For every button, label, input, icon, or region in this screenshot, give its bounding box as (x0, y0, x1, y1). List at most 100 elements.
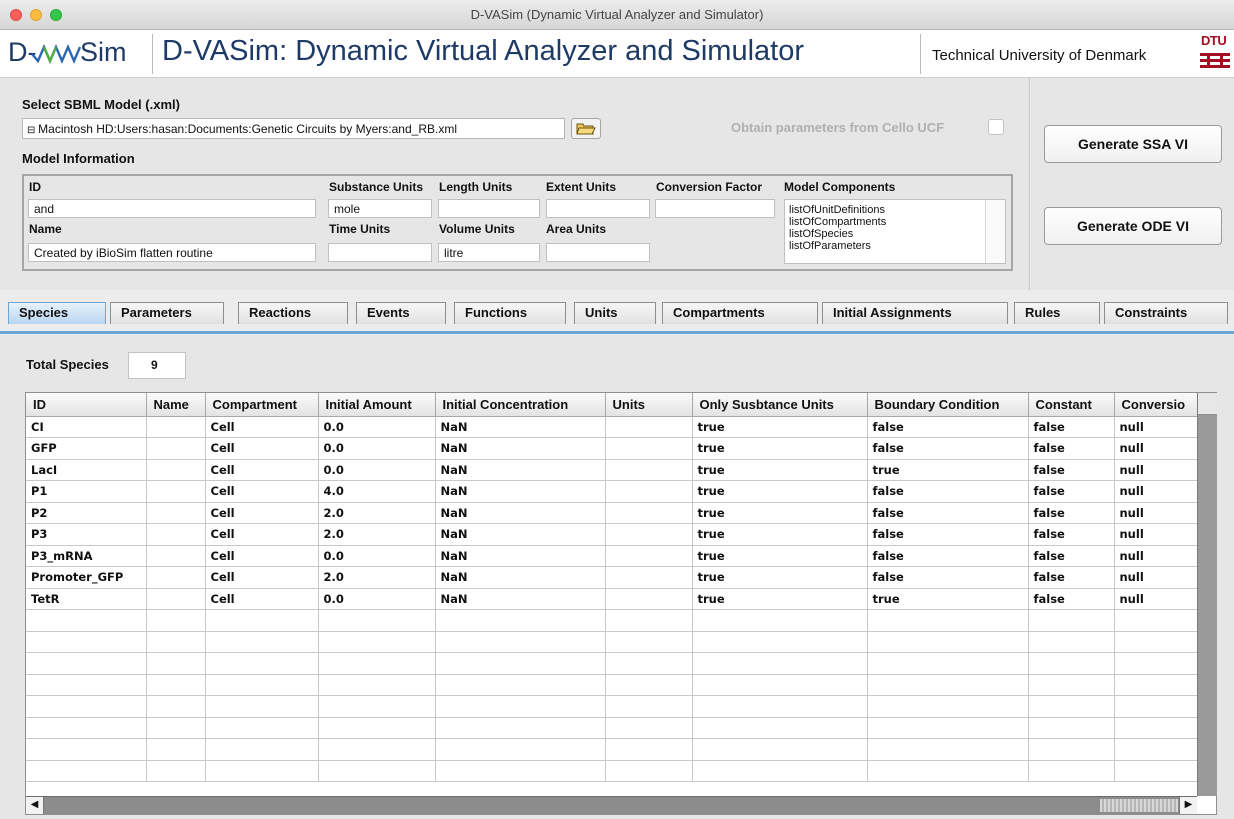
column-header[interactable]: Constant (1028, 393, 1115, 417)
table-row[interactable] (26, 609, 1199, 632)
table-cell[interactable]: NaN (435, 566, 606, 589)
table-cell[interactable]: GFP (26, 437, 147, 460)
table-cell[interactable]: false (867, 523, 1029, 546)
table-cell[interactable]: NaN (435, 545, 606, 567)
model-id-field[interactable]: and (28, 199, 316, 218)
cello-ucf-checkbox[interactable] (988, 119, 1004, 135)
table-cell[interactable] (605, 652, 693, 675)
table-row[interactable]: LacI Cell 0.0 NaN true true false null (26, 459, 1199, 481)
model-components-list[interactable]: listOfUnitDefinitions listOfCompartments… (784, 199, 1006, 264)
table-cell[interactable] (146, 609, 206, 632)
list-item[interactable]: listOfUnitDefinitions (785, 204, 1005, 216)
table-cell[interactable]: CI (26, 416, 147, 438)
table-cell[interactable] (435, 674, 606, 696)
table-cell[interactable] (867, 609, 1029, 632)
table-cell[interactable] (435, 695, 606, 718)
table-horizontal-scrollbar[interactable]: ◀ ▶ (26, 796, 1197, 814)
table-cell[interactable]: 0.0 (318, 545, 436, 567)
table-cell[interactable]: NaN (435, 588, 606, 610)
table-cell[interactable]: false (1028, 523, 1115, 546)
table-cell[interactable]: true (692, 566, 868, 589)
table-cell[interactable] (146, 760, 206, 782)
table-cell[interactable] (1114, 760, 1199, 782)
table-cell[interactable]: null (1114, 502, 1199, 524)
volume-units-field[interactable]: litre (438, 243, 540, 262)
table-cell[interactable] (605, 437, 693, 460)
table-cell[interactable] (1114, 695, 1199, 718)
table-cell[interactable]: false (1028, 545, 1115, 567)
table-cell[interactable] (605, 738, 693, 761)
table-cell[interactable] (205, 652, 319, 675)
table-cell[interactable]: P2 (26, 502, 147, 524)
table-cell[interactable] (146, 502, 206, 524)
table-cell[interactable] (1114, 652, 1199, 675)
table-cell[interactable] (435, 631, 606, 653)
table-cell[interactable]: false (1028, 459, 1115, 481)
table-cell[interactable] (1028, 674, 1115, 696)
table-cell[interactable] (605, 588, 693, 610)
table-cell[interactable]: NaN (435, 523, 606, 546)
table-cell[interactable] (1114, 674, 1199, 696)
table-cell[interactable]: Cell (205, 523, 319, 546)
table-vertical-scrollbar[interactable] (1197, 393, 1217, 796)
tab-species[interactable]: Species (8, 302, 106, 324)
table-cell[interactable] (26, 631, 147, 653)
table-cell[interactable]: null (1114, 588, 1199, 610)
table-cell[interactable] (26, 652, 147, 675)
list-item[interactable]: listOfCompartments (785, 216, 1005, 228)
table-cell[interactable] (146, 566, 206, 589)
table-row[interactable] (26, 717, 1199, 739)
table-cell[interactable]: true (692, 545, 868, 567)
table-cell[interactable]: NaN (435, 437, 606, 460)
table-cell[interactable]: null (1114, 480, 1199, 503)
table-cell[interactable] (26, 674, 147, 696)
generate-ode-vi-button[interactable]: Generate ODE VI (1044, 207, 1222, 245)
column-header[interactable]: ID (26, 393, 147, 417)
table-cell[interactable] (692, 760, 868, 782)
table-cell[interactable]: false (867, 566, 1029, 589)
table-row[interactable] (26, 760, 1199, 782)
table-cell[interactable] (1028, 760, 1115, 782)
table-cell[interactable]: null (1114, 416, 1199, 438)
table-cell[interactable]: true (692, 588, 868, 610)
table-row[interactable]: P3_mRNA Cell 0.0 NaN true false false null (26, 545, 1199, 567)
table-cell[interactable] (605, 631, 693, 653)
table-cell[interactable]: false (1028, 566, 1115, 589)
time-units-field[interactable] (328, 243, 432, 262)
table-cell[interactable] (146, 738, 206, 761)
table-cell[interactable] (318, 695, 436, 718)
table-cell[interactable] (692, 652, 868, 675)
table-cell[interactable]: 4.0 (318, 480, 436, 503)
table-cell[interactable]: P1 (26, 480, 147, 503)
model-path-field[interactable]: ⊟ Macintosh HD:Users:hasan:Documents:Gen… (22, 118, 565, 139)
table-cell[interactable] (1028, 717, 1115, 739)
table-cell[interactable] (146, 717, 206, 739)
table-cell[interactable]: false (867, 480, 1029, 503)
table-row[interactable]: Promoter_GFP Cell 2.0 NaN true false false null (26, 566, 1199, 589)
table-cell[interactable] (867, 738, 1029, 761)
table-cell[interactable] (435, 609, 606, 632)
table-cell[interactable] (867, 674, 1029, 696)
column-header[interactable]: Only Susbtance Units (692, 393, 868, 417)
table-cell[interactable]: Cell (205, 566, 319, 589)
table-cell[interactable]: Cell (205, 588, 319, 610)
table-cell[interactable] (205, 609, 319, 632)
table-cell[interactable] (146, 652, 206, 675)
table-cell[interactable]: true (692, 480, 868, 503)
table-cell[interactable] (605, 523, 693, 546)
table-cell[interactable]: Promoter_GFP (26, 566, 147, 589)
table-cell[interactable]: 2.0 (318, 523, 436, 546)
components-scrollbar[interactable] (985, 200, 1005, 263)
table-cell[interactable]: false (867, 416, 1029, 438)
tab-initial-assignments[interactable]: Initial Assignments (822, 302, 1008, 324)
table-cell[interactable]: NaN (435, 416, 606, 438)
table-cell[interactable]: true (867, 588, 1029, 610)
table-cell[interactable]: true (692, 416, 868, 438)
table-cell[interactable]: 2.0 (318, 502, 436, 524)
table-cell[interactable]: true (867, 459, 1029, 481)
table-cell[interactable] (146, 695, 206, 718)
table-cell[interactable]: true (692, 502, 868, 524)
table-cell[interactable]: Cell (205, 459, 319, 481)
table-cell[interactable] (146, 588, 206, 610)
table-cell[interactable] (435, 738, 606, 761)
